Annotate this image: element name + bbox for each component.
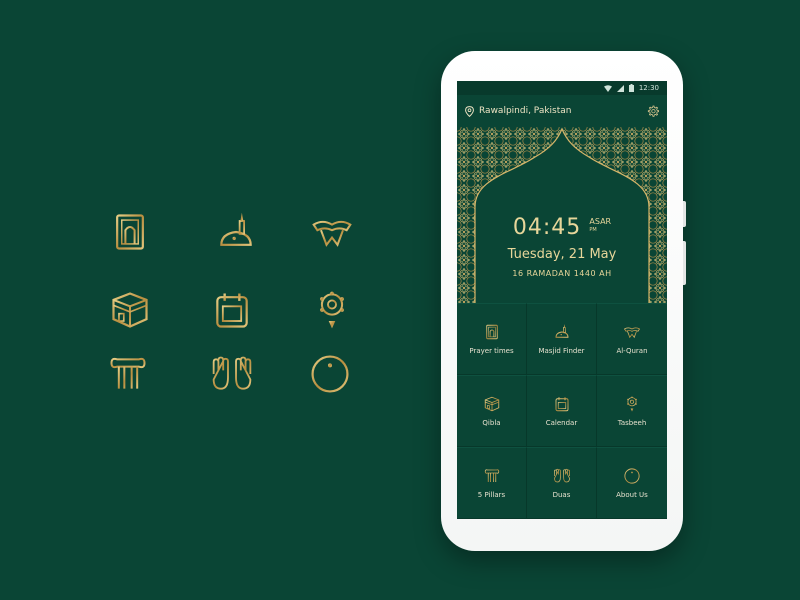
- status-time: 12:30: [638, 84, 659, 92]
- status-bar: 12:30: [457, 81, 667, 95]
- phone-frame: 12:30 Rawalpindi, Pakistan 04:45 ASAR PM…: [441, 51, 686, 551]
- pillars-icon: [106, 352, 150, 396]
- prayer-hero: 04:45 ASAR PM Tuesday, 21 May 16 RAMADAN…: [457, 127, 667, 303]
- menu-item-qibla[interactable]: Qibla: [457, 375, 527, 447]
- menu-item-label: Qibla: [482, 419, 501, 427]
- dua-hands-icon: [210, 352, 254, 396]
- power-button: [683, 241, 686, 285]
- menu-item-label: Al-Quran: [616, 347, 648, 355]
- gregorian-date: Tuesday, 21 May: [507, 247, 617, 262]
- tasbeeh-icon: [310, 288, 354, 332]
- menu-item-al-quran[interactable]: Al-Quran: [597, 303, 667, 375]
- kaaba-icon: [483, 395, 501, 413]
- menu-item-masjid-finder[interactable]: Masjid Finder: [527, 303, 597, 375]
- volume-button: [683, 201, 686, 227]
- info-icon: [623, 467, 641, 485]
- menu-item-about-us[interactable]: About Us: [597, 447, 667, 519]
- menu-item-label: About Us: [616, 491, 648, 499]
- menu-item-calendar[interactable]: Calendar: [527, 375, 597, 447]
- gear-icon[interactable]: [647, 105, 659, 117]
- menu-item-label: Masjid Finder: [538, 347, 585, 355]
- prayer-mat-icon: [108, 210, 152, 254]
- app-screen: 12:30 Rawalpindi, Pakistan 04:45 ASAR PM…: [457, 81, 667, 519]
- mosque-icon: [553, 323, 571, 341]
- location-label[interactable]: Rawalpindi, Pakistan: [479, 106, 642, 116]
- quran-icon: [310, 210, 354, 254]
- hijri-date: 16 RAMADAN 1440 AH: [512, 269, 612, 278]
- menu-item-prayer-times[interactable]: Prayer times: [457, 303, 527, 375]
- menu-item-duas[interactable]: Duas: [527, 447, 597, 519]
- prayer-clock: 04:45: [512, 215, 582, 240]
- menu-item-tasbeeh[interactable]: Tasbeeh: [597, 375, 667, 447]
- prayer-mat-icon: [483, 323, 501, 341]
- menu-item-label: Prayer times: [469, 347, 514, 355]
- prayer-period: PM: [589, 227, 597, 233]
- icon-showcase: [0, 0, 420, 600]
- battery-icon: [628, 84, 634, 92]
- menu-item-label: 5 Pillars: [477, 491, 506, 499]
- prayer-name: ASAR: [589, 217, 612, 226]
- location-pin-icon[interactable]: [465, 105, 474, 117]
- menu-item-5-pillars[interactable]: 5 Pillars: [457, 447, 527, 519]
- menu-item-label: Duas: [552, 491, 571, 499]
- mosque-icon: [214, 210, 258, 254]
- kaaba-icon: [108, 288, 152, 332]
- dua-hands-icon: [553, 467, 571, 485]
- tasbeeh-icon: [623, 395, 641, 413]
- wifi-icon: [603, 84, 612, 92]
- menu-item-label: Calendar: [545, 419, 578, 427]
- prayer-time-row: 04:45 ASAR PM: [457, 215, 667, 240]
- menu-item-label: Tasbeeh: [617, 419, 647, 427]
- pillars-icon: [483, 467, 501, 485]
- info-icon: [308, 352, 352, 396]
- quran-icon: [623, 323, 641, 341]
- app-header: Rawalpindi, Pakistan: [457, 95, 667, 127]
- calendar-icon: [553, 395, 571, 413]
- menu-grid: Prayer times Masjid Finder Al-Quran Qibl…: [457, 303, 667, 519]
- signal-icon: [616, 84, 624, 92]
- calendar-icon: [210, 288, 254, 332]
